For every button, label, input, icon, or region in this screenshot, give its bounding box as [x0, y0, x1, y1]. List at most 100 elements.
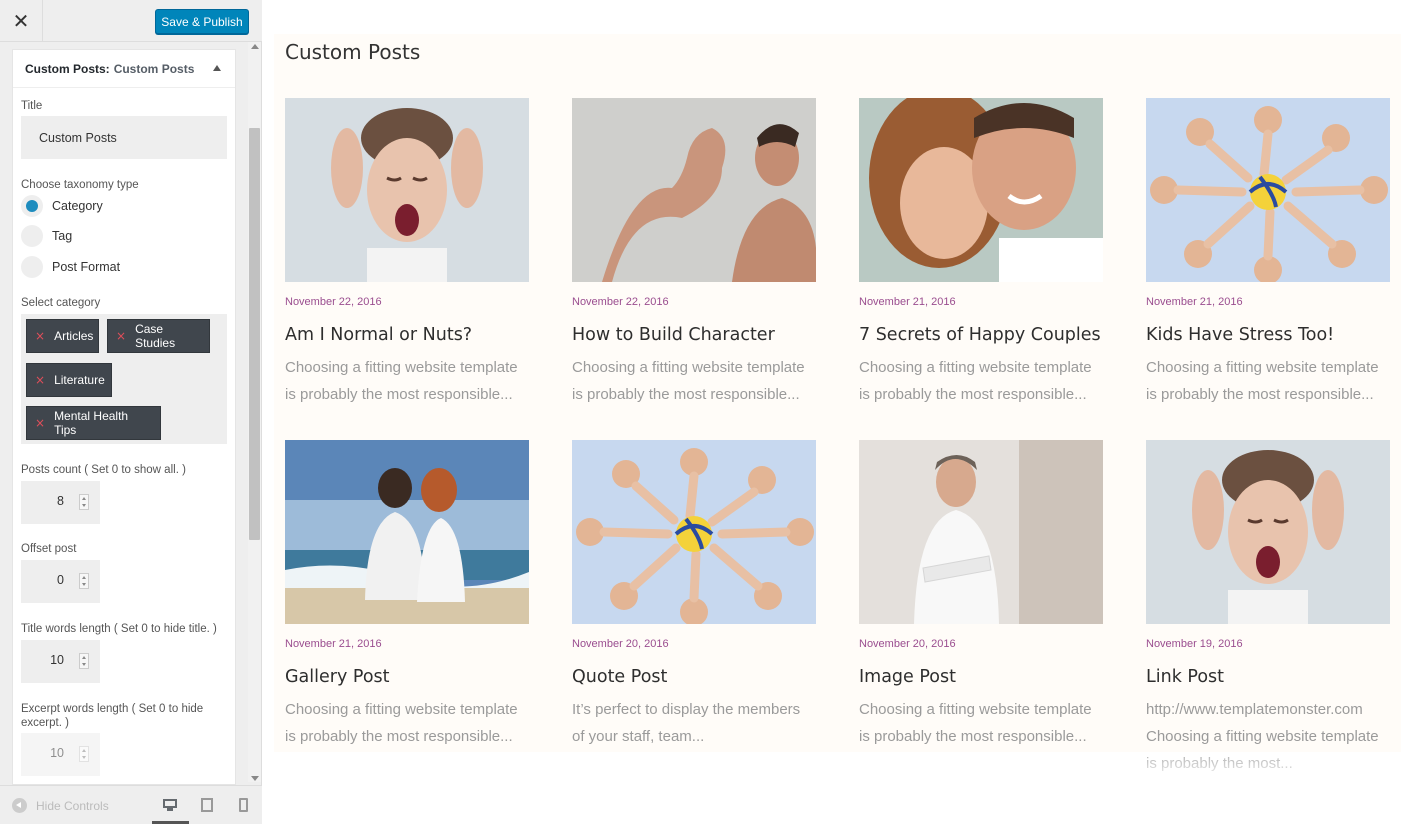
title-words-value: 10: [50, 653, 64, 667]
post-thumbnail[interactable]: [285, 440, 529, 624]
post-excerpt: http://www.templatemonster.com Choosing …: [1146, 701, 1379, 772]
radio-tag[interactable]: Tag: [21, 225, 72, 247]
post-date[interactable]: November 21, 2016: [285, 638, 529, 652]
couple-beach-image: [285, 440, 529, 624]
radio-label: Tag: [52, 229, 73, 243]
screaming-woman-image: [1146, 440, 1390, 624]
post-excerpt: Choosing a fitting website template is p…: [285, 701, 518, 745]
save-publish-button[interactable]: Save & Publish: [155, 9, 249, 34]
post-thumbnail[interactable]: [1146, 440, 1390, 624]
desktop-icon[interactable]: [162, 798, 178, 812]
spinner-icon[interactable]: [79, 653, 89, 669]
post-title[interactable]: Image Post: [859, 667, 1103, 689]
post-date[interactable]: November 19, 2016: [1146, 638, 1390, 652]
customizer-header: ✕ Save & Publish: [0, 0, 262, 42]
post-date[interactable]: November 21, 2016: [859, 296, 1103, 310]
scroll-down-arrow-icon[interactable]: [251, 776, 259, 781]
post-card: November 20, 2016 Image Post Choosing a …: [859, 440, 1103, 750]
post-thumbnail[interactable]: [572, 98, 816, 282]
post-title[interactable]: 7 Secrets of Happy Couples: [859, 325, 1103, 347]
remove-tag-icon[interactable]: ×: [116, 329, 126, 343]
scroll-up-arrow-icon[interactable]: [251, 44, 259, 49]
post-title[interactable]: Am I Normal or Nuts?: [285, 325, 529, 347]
post-date[interactable]: November 21, 2016: [1146, 296, 1390, 310]
post-title[interactable]: Quote Post: [572, 667, 816, 689]
post-card: November 21, 2016 Gallery Post Choosing …: [285, 440, 529, 750]
category-select[interactable]: × Articles × Case Studies × Literature ×…: [21, 314, 227, 444]
tag-label: Articles: [54, 329, 94, 343]
happy-couple-image: [859, 98, 1103, 282]
post-title[interactable]: How to Build Character: [572, 325, 816, 347]
post-thumbnail[interactable]: [572, 440, 816, 624]
post-date[interactable]: November 22, 2016: [572, 296, 816, 310]
widget-header[interactable]: Custom Posts: Custom Posts: [13, 50, 235, 88]
title-words-input[interactable]: 10: [21, 640, 100, 683]
tag-label: Literature: [54, 373, 105, 387]
remove-tag-icon[interactable]: ×: [35, 416, 45, 430]
post-card: November 21, 2016 7 Secrets of Happy Cou…: [859, 98, 1103, 408]
post-card: November 19, 2016 Link Post http://www.t…: [1146, 440, 1390, 777]
post-excerpt: Choosing a fitting website template is p…: [859, 359, 1092, 403]
post-date[interactable]: November 20, 2016: [859, 638, 1103, 652]
post-card: November 21, 2016 Kids Have Stress Too! …: [1146, 98, 1390, 408]
spinner-icon[interactable]: [79, 494, 89, 510]
title-label: Title: [21, 100, 43, 112]
remove-tag-icon[interactable]: ×: [35, 373, 45, 387]
category-tag-mental-health-tips[interactable]: × Mental Health Tips: [26, 406, 161, 440]
radio-label: Category: [52, 199, 103, 213]
post-title[interactable]: Kids Have Stress Too!: [1146, 325, 1390, 347]
category-tag-articles[interactable]: × Articles: [26, 319, 99, 353]
title-input[interactable]: Custom Posts: [21, 116, 227, 159]
radio-unchecked-icon[interactable]: [21, 225, 43, 247]
posts-count-label: Posts count ( Set 0 to show all. ): [21, 464, 186, 476]
post-thumbnail[interactable]: [285, 98, 529, 282]
kids-circle-volleyball-image: [1146, 98, 1390, 282]
spinner-icon[interactable]: [79, 746, 89, 762]
excerpt-words-input[interactable]: 10: [21, 733, 100, 776]
radio-checked-icon[interactable]: [21, 195, 43, 217]
offset-label: Offset post: [21, 543, 77, 555]
scrollbar-thumb[interactable]: [249, 128, 260, 540]
post-excerpt: Choosing a fitting website template is p…: [859, 701, 1092, 745]
tablet-icon[interactable]: [200, 798, 216, 812]
customizer-footer: Hide Controls: [0, 785, 262, 824]
flexing-man-image: [572, 98, 816, 282]
category-tag-literature[interactable]: × Literature: [26, 363, 112, 397]
close-customizer-button[interactable]: ✕: [0, 0, 43, 42]
post-title[interactable]: Link Post: [1146, 667, 1390, 689]
hide-controls-button[interactable]: Hide Controls: [12, 798, 109, 813]
posts-count-input[interactable]: 8: [21, 481, 100, 524]
post-date[interactable]: November 20, 2016: [572, 638, 816, 652]
excerpt-words-value: 10: [50, 746, 64, 760]
post-date[interactable]: November 22, 2016: [285, 296, 529, 310]
radio-category[interactable]: Category: [21, 195, 103, 217]
taxonomy-label: Choose taxonomy type: [21, 179, 139, 191]
close-icon: ✕: [12, 9, 30, 33]
title-words-label: Title words length ( Set 0 to hide title…: [21, 623, 217, 635]
widget-type: Custom Posts:: [25, 61, 110, 76]
post-card: November 22, 2016 Am I Normal or Nuts? C…: [285, 98, 529, 408]
category-tag-case-studies[interactable]: × Case Studies: [107, 319, 210, 353]
tag-label: Case Studies: [135, 322, 176, 350]
post-thumbnail[interactable]: [859, 98, 1103, 282]
post-thumbnail[interactable]: [1146, 98, 1390, 282]
mobile-icon[interactable]: [237, 798, 253, 812]
collapse-sidebar-icon: [12, 798, 27, 813]
widget-instance-title: Custom Posts: [113, 61, 195, 76]
excerpt-words-label: Excerpt words length ( Set 0 to hide exc…: [21, 703, 204, 729]
post-thumbnail[interactable]: [859, 440, 1103, 624]
post-excerpt: Choosing a fitting website template is p…: [285, 359, 518, 403]
posts-count-value: 8: [57, 494, 64, 508]
post-excerpt: Choosing a fitting website template is p…: [572, 359, 805, 403]
hide-controls-label: Hide Controls: [36, 798, 109, 813]
post-title[interactable]: Gallery Post: [285, 667, 529, 689]
post-excerpt: It’s perfect to display the members of y…: [572, 701, 801, 745]
offset-input[interactable]: 0: [21, 560, 100, 603]
post-excerpt: Choosing a fitting website template is p…: [1146, 359, 1379, 403]
collapse-arrow-icon[interactable]: [213, 65, 221, 71]
radio-post-format[interactable]: Post Format: [21, 256, 120, 278]
radio-unchecked-icon[interactable]: [21, 256, 43, 278]
spinner-icon[interactable]: [79, 573, 89, 589]
remove-tag-icon[interactable]: ×: [35, 329, 45, 343]
screaming-woman-image: [285, 98, 529, 282]
